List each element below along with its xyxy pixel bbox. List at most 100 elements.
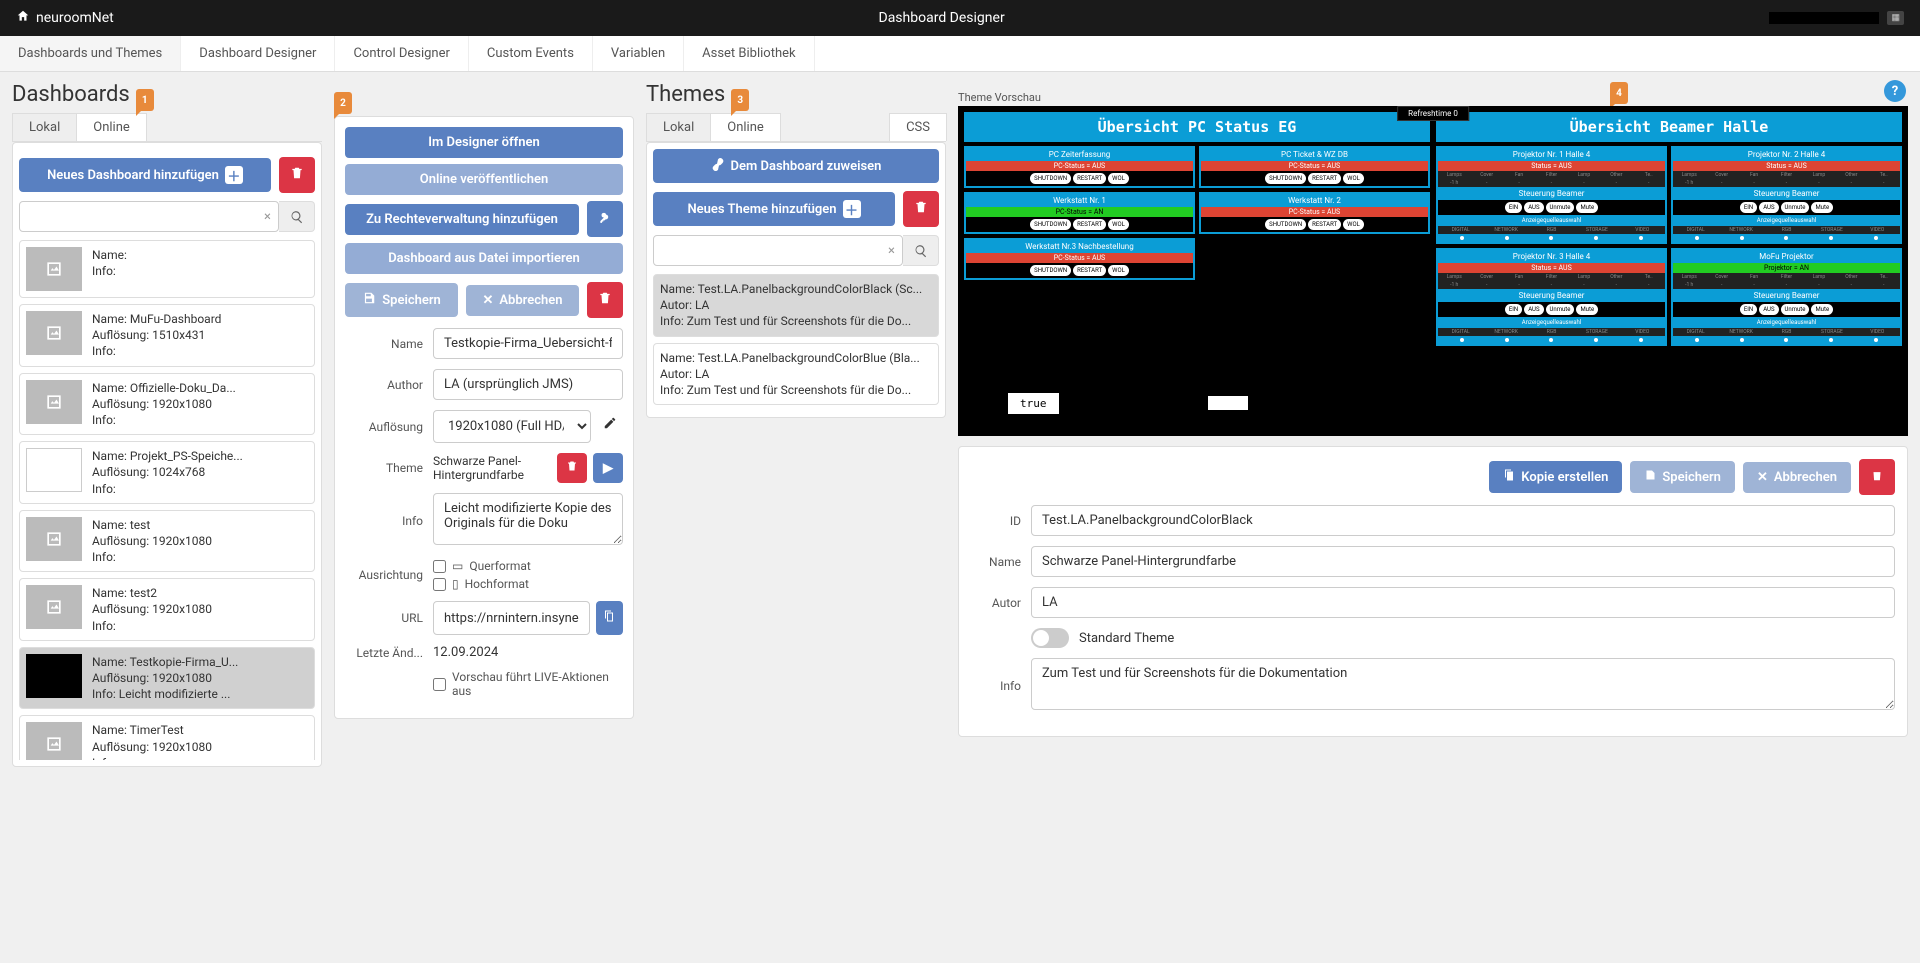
dashboard-search-button[interactable] <box>279 201 315 232</box>
edit-resolution-button[interactable] <box>597 410 623 443</box>
subtab-lokal[interactable]: Lokal <box>12 113 77 141</box>
themes-subtab-lokal[interactable]: Lokal <box>646 113 711 141</box>
querformat-checkbox[interactable] <box>433 560 446 573</box>
copy-icon <box>1503 469 1515 485</box>
delete-button[interactable] <box>587 282 623 318</box>
preview-pc-panel: Werkstatt Nr. 1PC-Status = ANSHUTDOWNRES… <box>964 192 1195 234</box>
name-field[interactable] <box>433 328 623 359</box>
tab-dashboard-designer[interactable]: Dashboard Designer <box>181 36 335 71</box>
save-button[interactable]: Speichern <box>345 283 458 317</box>
author-label: Author <box>345 378 423 392</box>
publish-online-button[interactable]: Online veröffentlichen <box>345 164 623 195</box>
user-placeholder <box>1769 12 1879 24</box>
cancel-theme-button[interactable]: ✕ Abbrechen <box>1743 462 1851 493</box>
item-info: Name: Offizielle-Doku_Da...Auflösung: 19… <box>92 380 236 429</box>
tab-dashboards-themes[interactable]: Dashboards und Themes <box>0 36 181 71</box>
list-item[interactable]: Name: Testkopie-Firma_U...Auflösung: 192… <box>19 647 315 710</box>
list-item[interactable]: Name: MuFu-DashboardAuflösung: 1510x431I… <box>19 304 315 367</box>
trash-icon <box>598 291 612 309</box>
import-from-file-button[interactable]: Dashboard aus Datei importieren <box>345 243 623 274</box>
list-item[interactable]: Name: TimerTestAuflösung: 1920x1080Info: <box>19 715 315 760</box>
author-field[interactable] <box>433 369 623 400</box>
list-item[interactable]: Name: Test.LA.PanelbackgroundColorBlack … <box>653 274 939 337</box>
cancel-button[interactable]: ✕ Abbrechen <box>466 285 579 316</box>
close-icon: ✕ <box>482 293 493 308</box>
main-tabs: Dashboards und Themes Dashboard Designer… <box>0 36 1920 72</box>
tab-control-designer[interactable]: Control Designer <box>335 36 468 71</box>
item-info: Name: Test.LA.PanelbackgroundColorBlack … <box>660 281 932 330</box>
save-theme-button[interactable]: Speichern <box>1630 461 1735 493</box>
brand[interactable]: neuroomNet <box>16 9 114 27</box>
brand-text: neuroomNet <box>36 10 114 26</box>
dashboards-subtabs: Lokal Online <box>12 113 322 142</box>
url-field[interactable] <box>433 601 590 635</box>
dashboards-title: Dashboards <box>12 82 130 107</box>
list-item[interactable]: Name: Offizielle-Doku_Da...Auflösung: 19… <box>19 373 315 436</box>
add-to-rights-button[interactable]: Zu Rechteverwaltung hinzufügen <box>345 204 579 235</box>
last-change-value: 12.09.2024 <box>433 645 498 660</box>
theme-play-button[interactable]: ▶ <box>593 453 623 483</box>
tab-variablen[interactable]: Variablen <box>593 36 684 71</box>
item-info: Name: Projekt_PS-Speiche...Auflösung: 10… <box>92 448 243 497</box>
theme-info-label: Info <box>971 679 1021 693</box>
save-icon <box>362 291 376 309</box>
delete-dashboard-button[interactable] <box>279 157 315 193</box>
add-dashboard-button[interactable]: Neues Dashboard hinzufügen ＋ <box>19 158 271 192</box>
tab-asset-bibliothek[interactable]: Asset Bibliothek <box>684 36 814 71</box>
dashboard-search-input[interactable] <box>19 201 279 232</box>
help-icon[interactable]: ? <box>1884 80 1906 102</box>
delete-theme-button[interactable] <box>557 453 587 483</box>
thumbnail <box>26 448 82 492</box>
info-label: Info <box>345 514 423 528</box>
themes-subtab-online[interactable]: Online <box>710 113 781 141</box>
live-preview-checkbox[interactable] <box>433 678 446 691</box>
standard-theme-toggle[interactable] <box>1031 628 1069 648</box>
copy-theme-button[interactable]: Kopie erstellen <box>1489 461 1622 493</box>
theme-info-field[interactable] <box>1031 658 1895 710</box>
dashboard-list[interactable]: Name: Info: Name: MuFu-DashboardAuflösung… <box>19 240 315 760</box>
hochformat-checkbox[interactable] <box>433 578 446 591</box>
layout-icon[interactable]: ▦ <box>1887 11 1904 25</box>
id-field[interactable] <box>1031 505 1895 536</box>
list-item[interactable]: Name: Info: <box>19 240 315 298</box>
theme-list[interactable]: Name: Test.LA.PanelbackgroundColorBlack … <box>653 274 939 411</box>
list-item[interactable]: Name: test2Auflösung: 1920x1080Info: <box>19 578 315 641</box>
resolution-label: Auflösung <box>345 420 423 434</box>
badge-4: 4 <box>1610 82 1628 104</box>
list-item[interactable]: Name: testAuflösung: 1920x1080Info: <box>19 510 315 573</box>
list-item[interactable]: Name: Projekt_PS-Speiche...Auflösung: 10… <box>19 441 315 504</box>
url-label: URL <box>345 611 423 625</box>
home-icon <box>16 9 30 27</box>
subtab-online[interactable]: Online <box>76 113 147 141</box>
info-field[interactable] <box>433 493 623 545</box>
assign-to-dashboard-button[interactable]: Dem Dashboard zuweisen <box>653 149 939 183</box>
resolution-select[interactable]: 1920x1080 (Full HD/2K) <box>433 410 591 443</box>
add-theme-button[interactable]: Neues Theme hinzufügen ＋ <box>653 192 895 226</box>
tab-custom-events[interactable]: Custom Events <box>469 36 593 71</box>
theme-value: Schwarze Panel-Hintergrundfarbe <box>433 454 551 482</box>
theme-search-button[interactable] <box>903 235 939 266</box>
item-info: Name: test2Auflösung: 1920x1080Info: <box>92 585 212 634</box>
thumbnail <box>26 722 82 760</box>
preview-beamer-panel: Projektor Nr. 1 Halle 4Status = AUSLamps… <box>1436 146 1667 244</box>
themes-subtab-css[interactable]: CSS <box>889 113 947 141</box>
delete-theme-list-button[interactable] <box>903 191 939 227</box>
close-icon: ✕ <box>1757 470 1768 485</box>
copy-icon <box>603 610 615 626</box>
standard-theme-label: Standard Theme <box>1079 631 1174 646</box>
rect-landscape-icon: ▭ <box>452 559 463 573</box>
copy-url-button[interactable] <box>596 601 623 635</box>
list-item[interactable]: Name: Test.LA.PanelbackgroundColorBlue (… <box>653 343 939 406</box>
autor-label: Autor <box>971 596 1021 610</box>
theme-search-input[interactable] <box>653 235 903 266</box>
key-button[interactable] <box>587 201 623 237</box>
item-info: Name: Test.LA.PanelbackgroundColorBlue (… <box>660 350 932 399</box>
theme-name-field[interactable] <box>1031 546 1895 577</box>
delete-theme-form-button[interactable] <box>1859 459 1895 495</box>
open-in-designer-button[interactable]: Im Designer öffnen <box>345 127 623 158</box>
autor-field[interactable] <box>1031 587 1895 618</box>
link-icon <box>711 157 725 175</box>
item-info: Name: testAuflösung: 1920x1080Info: <box>92 517 212 566</box>
thumbnail <box>26 585 82 629</box>
preview-pc-panel: Werkstatt Nr.3 NachbestellungPC-Status =… <box>964 238 1195 280</box>
